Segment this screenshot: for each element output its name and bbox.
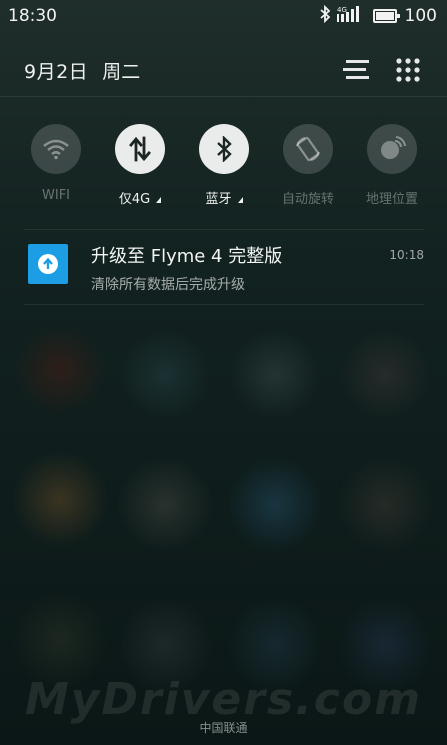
toggle-label-bluetooth: 蓝牙 (205, 188, 243, 207)
toggle-label-location-text: 地理位置 (365, 192, 418, 207)
app-grid-icon[interactable] (393, 55, 423, 85)
battery-level: 100 (404, 6, 437, 26)
status-icons: 4G 100 (319, 4, 437, 27)
mobile-data-icon (115, 124, 165, 174)
carrier-label: 中国联通 (199, 721, 248, 735)
toggle-label-mobile-data: 仅4G (118, 188, 162, 207)
toggle-label-mobile-data-text: 仅4G (118, 192, 151, 207)
system-update-icon (28, 244, 68, 284)
wifi-icon (31, 124, 81, 174)
bluetooth-status-icon (319, 4, 331, 27)
toggle-label-auto-rotate-text: 自动旋转 (281, 192, 334, 207)
date-label: 9月2日 (24, 60, 89, 83)
toggle-label-auto-rotate: 自动旋转 (282, 188, 334, 207)
notification-divider (24, 304, 424, 305)
toggle-wifi[interactable]: WIFI (14, 124, 98, 207)
expand-caret-icon (237, 196, 243, 203)
toggle-location[interactable]: 地理位置 (350, 124, 434, 207)
status-time: 18:30 (8, 6, 57, 26)
location-icon (367, 124, 417, 174)
toggle-label-wifi-text: WIFI (42, 188, 70, 203)
notification-time: 10:18 (389, 248, 424, 262)
notification-body: 清除所有数据后完成升级 (91, 277, 245, 293)
notification-header: 9月2日 周二 (0, 45, 447, 95)
toggle-label-location: 地理位置 (366, 188, 418, 207)
toggle-bluetooth[interactable]: 蓝牙 (182, 124, 266, 207)
notification-list-icon[interactable] (341, 55, 371, 85)
weekday-label: 周二 (102, 60, 141, 83)
toggle-mobile-data[interactable]: 仅4G (98, 124, 182, 207)
expand-caret-icon (156, 196, 162, 203)
auto-rotate-icon (283, 124, 333, 174)
network-type-label: 4G (337, 6, 347, 14)
header-actions (341, 55, 423, 85)
notification-item[interactable]: 升级至 Flyme 4 完整版 10:18 清除所有数据后完成升级 (24, 230, 424, 304)
quick-toggles: WIFI 仅4G 蓝牙 自动旋转 地理位置 (14, 124, 434, 207)
toggle-label-bluetooth-text: 蓝牙 (205, 192, 232, 207)
battery-icon (372, 9, 400, 23)
notification-title: 升级至 Flyme 4 完整版 (91, 246, 283, 267)
toggle-label-wifi: WIFI (42, 188, 70, 203)
bluetooth-icon (199, 124, 249, 174)
status-bar: 18:30 4G 100 (0, 0, 447, 32)
signal-icon: 4G (336, 5, 363, 27)
toggle-auto-rotate[interactable]: 自动旋转 (266, 124, 350, 207)
watermark: MyDrivers.com (24, 674, 423, 725)
header-divider (0, 96, 447, 97)
